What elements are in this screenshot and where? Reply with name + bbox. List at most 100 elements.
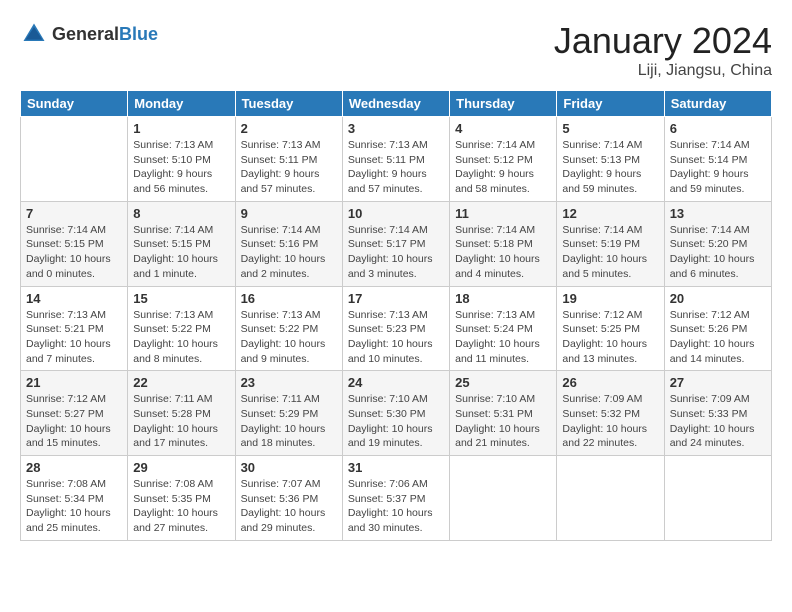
day-info: Sunrise: 7:07 AM Sunset: 5:36 PM Dayligh… — [241, 477, 337, 536]
day-info: Sunrise: 7:13 AM Sunset: 5:22 PM Dayligh… — [241, 308, 337, 367]
day-number: 31 — [348, 460, 444, 475]
calendar-cell: 28 Sunrise: 7:08 AM Sunset: 5:34 PM Dayli… — [21, 456, 128, 541]
day-number: 1 — [133, 121, 229, 136]
day-info: Sunrise: 7:12 AM Sunset: 5:26 PM Dayligh… — [670, 308, 766, 367]
calendar-cell: 30 Sunrise: 7:07 AM Sunset: 5:36 PM Dayli… — [235, 456, 342, 541]
calendar-cell: 17 Sunrise: 7:13 AM Sunset: 5:23 PM Dayli… — [342, 286, 449, 371]
calendar-cell: 27 Sunrise: 7:09 AM Sunset: 5:33 PM Dayli… — [664, 371, 771, 456]
day-number: 9 — [241, 206, 337, 221]
calendar-cell: 1 Sunrise: 7:13 AM Sunset: 5:10 PM Daylig… — [128, 117, 235, 202]
calendar-cell: 23Sunrise: 7:11 AM Sunset: 5:29 PM Dayli… — [235, 371, 342, 456]
title-block: January 2024 Liji, Jiangsu, China — [554, 20, 772, 80]
day-info: Sunrise: 7:13 AM Sunset: 5:22 PM Dayligh… — [133, 308, 229, 367]
day-number: 26 — [562, 375, 658, 390]
day-number: 12 — [562, 206, 658, 221]
calendar-cell: 7 Sunrise: 7:14 AM Sunset: 5:15 PM Daylig… — [21, 201, 128, 286]
day-number: 8 — [133, 206, 229, 221]
location-title: Liji, Jiangsu, China — [554, 62, 772, 80]
page-header: GeneralBlue January 2024 Liji, Jiangsu, … — [20, 20, 772, 80]
day-info: Sunrise: 7:08 AM Sunset: 5:35 PM Dayligh… — [133, 477, 229, 536]
day-info: Sunrise: 7:08 AM Sunset: 5:34 PM Dayligh… — [26, 477, 122, 536]
day-number: 30 — [241, 460, 337, 475]
day-number: 6 — [670, 121, 766, 136]
calendar-cell: 13 Sunrise: 7:14 AM Sunset: 5:20 PM Dayli… — [664, 201, 771, 286]
calendar-cell — [664, 456, 771, 541]
weekday-header: Thursday — [450, 91, 557, 117]
calendar-cell: 15 Sunrise: 7:13 AM Sunset: 5:22 PM Dayli… — [128, 286, 235, 371]
day-info: Sunrise: 7:13 AM Sunset: 5:11 PM Dayligh… — [348, 138, 444, 197]
day-info: Sunrise: 7:14 AM Sunset: 5:19 PM Dayligh… — [562, 223, 658, 282]
day-number: 27 — [670, 375, 766, 390]
day-info: Sunrise: 7:14 AM Sunset: 5:20 PM Dayligh… — [670, 223, 766, 282]
day-info: Sunrise: 7:13 AM Sunset: 5:10 PM Dayligh… — [133, 138, 229, 197]
logo-icon — [20, 20, 48, 48]
calendar-cell: 2Sunrise: 7:13 AM Sunset: 5:11 PM Daylig… — [235, 117, 342, 202]
day-number: 18 — [455, 291, 551, 306]
day-info: Sunrise: 7:12 AM Sunset: 5:27 PM Dayligh… — [26, 392, 122, 451]
day-number: 28 — [26, 460, 122, 475]
day-number: 11 — [455, 206, 551, 221]
calendar-cell: 9 Sunrise: 7:14 AM Sunset: 5:16 PM Daylig… — [235, 201, 342, 286]
day-info: Sunrise: 7:13 AM Sunset: 5:24 PM Dayligh… — [455, 308, 551, 367]
calendar-cell: 20 Sunrise: 7:12 AM Sunset: 5:26 PM Dayli… — [664, 286, 771, 371]
day-number: 22 — [133, 375, 229, 390]
day-info: Sunrise: 7:14 AM Sunset: 5:18 PM Dayligh… — [455, 223, 551, 282]
calendar-header: SundayMondayTuesdayWednesdayThursdayFrid… — [21, 91, 772, 117]
calendar-cell — [557, 456, 664, 541]
calendar-cell: 5 Sunrise: 7:14 AM Sunset: 5:13 PM Daylig… — [557, 117, 664, 202]
calendar-table: SundayMondayTuesdayWednesdayThursdayFrid… — [20, 90, 772, 541]
day-number: 10 — [348, 206, 444, 221]
calendar-cell: 21 Sunrise: 7:12 AM Sunset: 5:27 PM Dayli… — [21, 371, 128, 456]
day-info: Sunrise: 7:09 AM Sunset: 5:32 PM Dayligh… — [562, 392, 658, 451]
day-info: Sunrise: 7:14 AM Sunset: 5:13 PM Dayligh… — [562, 138, 658, 197]
day-info: Sunrise: 7:13 AM Sunset: 5:11 PM Dayligh… — [241, 138, 337, 197]
logo: GeneralBlue — [20, 20, 158, 48]
day-number: 29 — [133, 460, 229, 475]
calendar-cell: 22 Sunrise: 7:11 AM Sunset: 5:28 PM Dayli… — [128, 371, 235, 456]
day-number: 4 — [455, 121, 551, 136]
day-info: Sunrise: 7:10 AM Sunset: 5:31 PM Dayligh… — [455, 392, 551, 451]
day-number: 13 — [670, 206, 766, 221]
day-info: Sunrise: 7:14 AM Sunset: 5:16 PM Dayligh… — [241, 223, 337, 282]
day-number: 3 — [348, 121, 444, 136]
calendar-cell: 18 Sunrise: 7:13 AM Sunset: 5:24 PM Dayli… — [450, 286, 557, 371]
calendar-cell: 8 Sunrise: 7:14 AM Sunset: 5:15 PM Daylig… — [128, 201, 235, 286]
calendar-cell: 24 Sunrise: 7:10 AM Sunset: 5:30 PM Dayli… — [342, 371, 449, 456]
day-info: Sunrise: 7:11 AM Sunset: 5:28 PM Dayligh… — [133, 392, 229, 451]
day-info: Sunrise: 7:10 AM Sunset: 5:30 PM Dayligh… — [348, 392, 444, 451]
day-info: Sunrise: 7:13 AM Sunset: 5:21 PM Dayligh… — [26, 308, 122, 367]
day-info: Sunrise: 7:14 AM Sunset: 5:14 PM Dayligh… — [670, 138, 766, 197]
day-number: 17 — [348, 291, 444, 306]
calendar-cell: 10 Sunrise: 7:14 AM Sunset: 5:17 PM Dayli… — [342, 201, 449, 286]
logo-general: General — [52, 24, 119, 44]
day-info: Sunrise: 7:14 AM Sunset: 5:15 PM Dayligh… — [133, 223, 229, 282]
weekday-header: Tuesday — [235, 91, 342, 117]
calendar-cell: 3 Sunrise: 7:13 AM Sunset: 5:11 PM Daylig… — [342, 117, 449, 202]
month-title: January 2024 — [554, 20, 772, 62]
day-info: Sunrise: 7:11 AM Sunset: 5:29 PM Dayligh… — [241, 392, 337, 451]
weekday-header: Saturday — [664, 91, 771, 117]
day-number: 24 — [348, 375, 444, 390]
day-number: 20 — [670, 291, 766, 306]
day-number: 7 — [26, 206, 122, 221]
calendar-cell: 31Sunrise: 7:06 AM Sunset: 5:37 PM Dayli… — [342, 456, 449, 541]
calendar-cell: 25Sunrise: 7:10 AM Sunset: 5:31 PM Dayli… — [450, 371, 557, 456]
weekday-header: Sunday — [21, 91, 128, 117]
calendar-cell: 11 Sunrise: 7:14 AM Sunset: 5:18 PM Dayli… — [450, 201, 557, 286]
day-number: 15 — [133, 291, 229, 306]
day-info: Sunrise: 7:13 AM Sunset: 5:23 PM Dayligh… — [348, 308, 444, 367]
weekday-header: Friday — [557, 91, 664, 117]
day-info: Sunrise: 7:14 AM Sunset: 5:15 PM Dayligh… — [26, 223, 122, 282]
day-info: Sunrise: 7:14 AM Sunset: 5:17 PM Dayligh… — [348, 223, 444, 282]
calendar-cell: 19Sunrise: 7:12 AM Sunset: 5:25 PM Dayli… — [557, 286, 664, 371]
day-number: 21 — [26, 375, 122, 390]
calendar-cell: 12 Sunrise: 7:14 AM Sunset: 5:19 PM Dayli… — [557, 201, 664, 286]
day-info: Sunrise: 7:14 AM Sunset: 5:12 PM Dayligh… — [455, 138, 551, 197]
day-number: 5 — [562, 121, 658, 136]
day-number: 16 — [241, 291, 337, 306]
calendar-cell — [450, 456, 557, 541]
day-number: 19 — [562, 291, 658, 306]
day-info: Sunrise: 7:09 AM Sunset: 5:33 PM Dayligh… — [670, 392, 766, 451]
calendar-cell: 6 Sunrise: 7:14 AM Sunset: 5:14 PM Daylig… — [664, 117, 771, 202]
day-number: 14 — [26, 291, 122, 306]
